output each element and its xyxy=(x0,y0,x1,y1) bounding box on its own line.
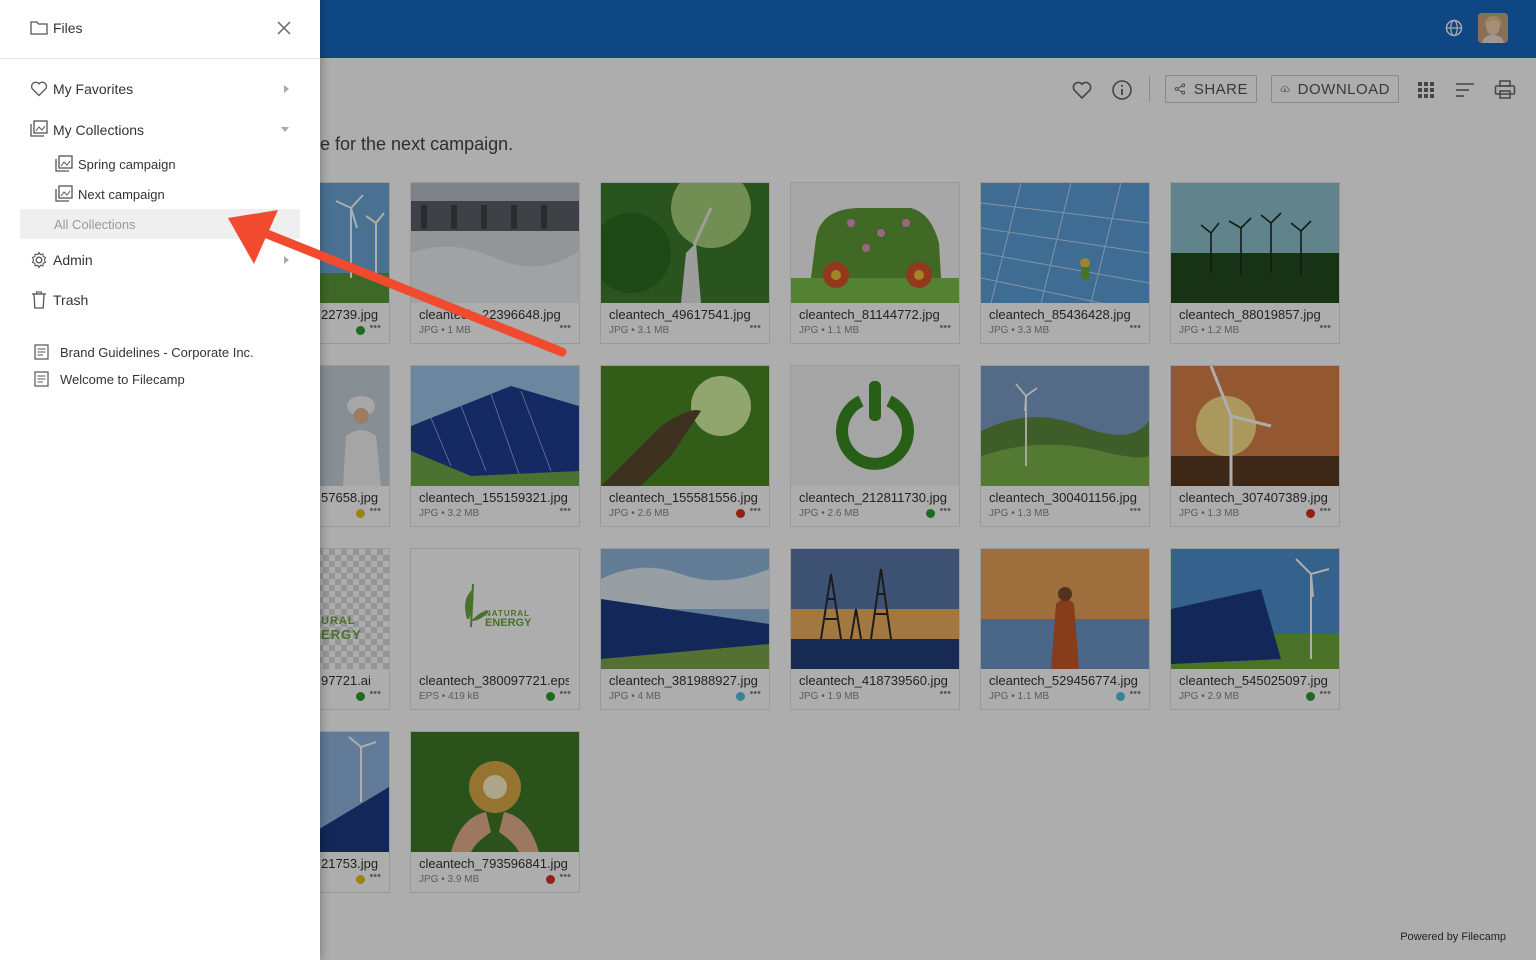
document-link-label: Welcome to Filecamp xyxy=(60,372,185,387)
sidebar-item-label: Spring campaign xyxy=(78,157,176,172)
sidebar-item-all-collections[interactable]: All Collections xyxy=(20,209,300,239)
chevron-right-icon[interactable] xyxy=(284,256,289,264)
collection-icon xyxy=(55,155,73,172)
navigation-drawer: Files My Favorites My Collections Spring… xyxy=(0,0,320,960)
sidebar-item-label: Next campaign xyxy=(78,187,165,202)
document-icon xyxy=(34,344,49,360)
sidebar-item-label: Trash xyxy=(53,292,89,308)
chevron-right-icon[interactable] xyxy=(284,85,289,93)
trash-icon xyxy=(32,291,46,309)
chevron-down-icon[interactable] xyxy=(281,127,289,132)
close-icon[interactable] xyxy=(277,21,291,35)
gear-icon xyxy=(31,251,47,269)
collection-icon xyxy=(30,120,48,137)
drawer-header: Files xyxy=(0,0,320,59)
folder-icon xyxy=(30,21,48,35)
drawer-title[interactable]: Files xyxy=(53,20,83,36)
heart-icon xyxy=(30,81,48,97)
document-icon xyxy=(34,371,49,387)
app-root: SHARE DOWNLOAD e for the next campaign. xyxy=(0,0,1536,960)
collection-icon xyxy=(55,185,73,202)
sidebar-item-label: My Favorites xyxy=(53,81,134,97)
sidebar-item-label: My Collections xyxy=(53,122,145,138)
sidebar-item-label: Admin xyxy=(53,252,93,268)
sidebar-item-label: All Collections xyxy=(54,217,136,232)
document-link-label: Brand Guidelines - Corporate Inc. xyxy=(60,345,254,360)
